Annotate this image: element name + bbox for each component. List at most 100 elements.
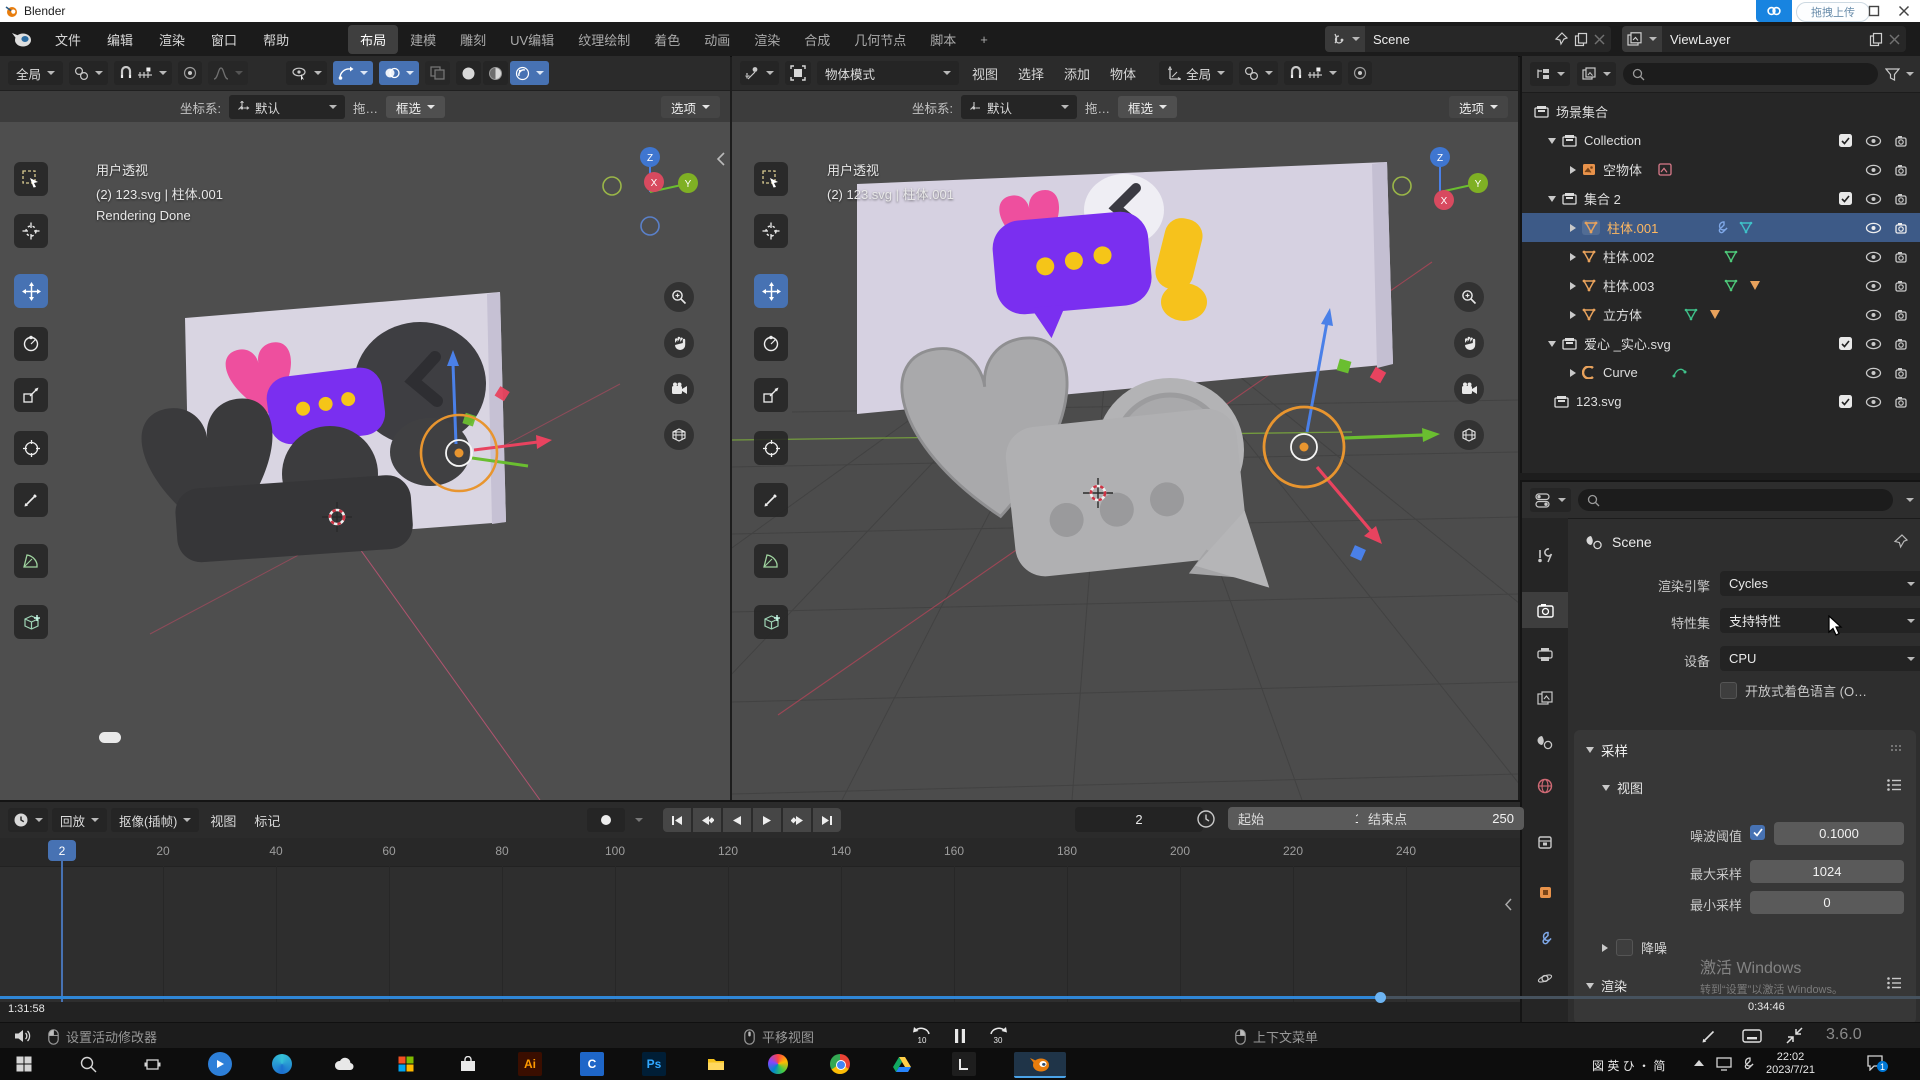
timeline-scroll-strip[interactable] <box>0 1002 1520 1024</box>
jump-to-end-button[interactable] <box>813 808 841 832</box>
scene-unlink-icon[interactable] <box>1594 34 1605 45</box>
hide-eye-icon[interactable] <box>1865 135 1882 147</box>
hide-eye-icon[interactable] <box>1865 222 1882 234</box>
collection-checkbox[interactable] <box>1839 337 1852 350</box>
tab-render-properties[interactable] <box>1522 592 1568 628</box>
tab-scene-properties[interactable] <box>1522 724 1568 760</box>
expand-arrow[interactable] <box>1570 369 1576 377</box>
zoom-view-button-r[interactable] <box>1454 282 1484 312</box>
tool-measure-r[interactable] <box>754 544 788 578</box>
tool-scale[interactable] <box>14 378 48 412</box>
timeline-collapse-arrow[interactable] <box>1504 898 1513 911</box>
play-button[interactable] <box>753 808 781 832</box>
disable-render-camera-icon[interactable] <box>1895 396 1910 408</box>
disable-render-camera-icon[interactable] <box>1895 367 1910 379</box>
noise-threshold-field[interactable]: 0.1000 <box>1774 822 1904 845</box>
shading-rendered[interactable] <box>510 61 549 85</box>
proportional-falloff-dropdown[interactable] <box>208 61 248 85</box>
hide-eye-icon[interactable] <box>1865 338 1882 350</box>
outliner-row-cylinder-003[interactable]: 柱体.003 <box>1522 271 1920 300</box>
object-mode-dropdown[interactable]: 物体模式 <box>817 61 959 85</box>
navigation-axis-gizmo-right[interactable]: Z Y X <box>1390 142 1490 242</box>
prev-keyframe-button[interactable] <box>693 808 721 832</box>
play-reverse-button[interactable] <box>723 808 751 832</box>
taskbar-app-media[interactable] <box>208 1052 232 1076</box>
feature-set-dropdown[interactable]: 支持特性 <box>1720 608 1920 633</box>
notification-center-icon[interactable]: 1 <box>1866 1055 1884 1076</box>
outliner-row-scene-collection[interactable]: 场景集合 <box>1522 97 1920 126</box>
blender-logo-icon[interactable] <box>10 29 34 49</box>
current-frame-marker[interactable]: 2 <box>48 840 76 861</box>
toggle-ortho-button[interactable] <box>664 420 694 450</box>
timeline-ruler[interactable]: 20 40 60 80 100 120 140 160 180 200 220 … <box>0 838 1520 867</box>
keying-menu[interactable]: 抠像(插帧) <box>111 808 199 832</box>
tab-scripting[interactable]: 脚本 <box>918 25 968 54</box>
tool-select-box[interactable] <box>14 162 48 196</box>
frame-end-field[interactable]: 结束点 250 <box>1358 807 1524 830</box>
tab-object-data-properties[interactable] <box>1522 874 1568 910</box>
tab-modeling[interactable]: 建模 <box>398 25 448 54</box>
hide-eye-icon[interactable] <box>1865 396 1882 408</box>
zoom-view-button[interactable] <box>664 282 694 312</box>
outliner-row-collection-2[interactable]: 集合 2 <box>1522 184 1920 213</box>
outliner-row-cylinder-001[interactable]: 柱体.001 <box>1522 213 1920 242</box>
osl-checkbox[interactable] <box>1720 682 1737 699</box>
player-progress-filled[interactable] <box>0 996 1381 999</box>
tool-select-box-r[interactable] <box>754 162 788 196</box>
tab-world-properties[interactable] <box>1522 768 1568 804</box>
close-button[interactable] <box>1898 5 1910 17</box>
tool-cursor-r[interactable] <box>754 214 788 248</box>
tab-sculpting[interactable]: 雕刻 <box>448 25 498 54</box>
tool-cursor[interactable] <box>14 214 48 248</box>
snap-toggle-and-dropdown[interactable] <box>114 61 172 85</box>
viewlayer-copy-icon[interactable] <box>1869 32 1883 47</box>
tool-measure[interactable] <box>14 544 48 578</box>
outliner-filter-dropdown[interactable] <box>1885 68 1914 81</box>
taskbar-app-cloud[interactable] <box>332 1052 356 1076</box>
selectability-visibility-dropdown[interactable] <box>286 61 327 85</box>
camera-view-button[interactable] <box>664 374 694 404</box>
tool-annotate-r[interactable] <box>754 483 788 517</box>
max-samples-field[interactable]: 1024 <box>1750 860 1904 883</box>
coord-system-dropdown-right[interactable]: 默认 <box>961 95 1077 119</box>
collection-checkbox[interactable] <box>1839 134 1852 147</box>
proportional-editing-toggle[interactable] <box>178 61 202 85</box>
properties-search-input[interactable] <box>1578 489 1893 511</box>
tab-physics-properties[interactable] <box>1522 960 1568 996</box>
breadcrumb-text[interactable]: Scene <box>1612 534 1652 550</box>
tab-tool[interactable] <box>1522 538 1568 574</box>
disable-render-camera-icon[interactable] <box>1895 251 1910 263</box>
expand-arrow[interactable] <box>1570 282 1576 290</box>
taskbar-app-dark[interactable] <box>952 1052 976 1076</box>
expand-arrow[interactable] <box>1548 341 1556 347</box>
exit-fullscreen-icon[interactable] <box>1786 1027 1803 1044</box>
expand-arrow[interactable] <box>1548 138 1556 144</box>
outliner-row-curve[interactable]: Curve <box>1522 358 1920 387</box>
start-button[interactable] <box>12 1052 36 1076</box>
forward-30-icon[interactable]: 30 <box>988 1026 1008 1045</box>
disable-render-camera-icon[interactable] <box>1895 135 1910 147</box>
tool-annotate[interactable] <box>14 483 48 517</box>
disable-render-camera-icon[interactable] <box>1895 280 1910 292</box>
scene-name[interactable]: Scene <box>1365 32 1554 47</box>
timeline-editor-type-dropdown[interactable] <box>8 808 48 832</box>
expand-arrow[interactable] <box>1570 253 1576 261</box>
hide-eye-icon[interactable] <box>1865 280 1882 292</box>
menu-render[interactable]: 渲染 <box>146 30 198 49</box>
render-subsection-header[interactable]: 渲染 <box>1586 976 1627 995</box>
tab-modifier-properties[interactable] <box>1522 920 1568 956</box>
pan-view-button-r[interactable] <box>1454 328 1484 358</box>
add-workspace-button[interactable]: + <box>968 27 1000 52</box>
shading-material[interactable] <box>483 61 508 85</box>
expand-arrow[interactable] <box>1570 311 1576 319</box>
frame-start-field[interactable]: 起始 1 <box>1228 807 1372 830</box>
navigation-axis-gizmo[interactable]: Z Y X <box>600 142 700 242</box>
outliner-row-empty-object[interactable]: 空物体 <box>1522 155 1920 184</box>
keying-set-chevron[interactable] <box>635 818 643 822</box>
search-button[interactable] <box>76 1052 100 1076</box>
tool-add-primitive[interactable] <box>14 605 48 639</box>
tab-object-properties[interactable] <box>1522 824 1568 860</box>
auto-keying-record-button[interactable] <box>587 808 625 832</box>
viewlayer-selector[interactable]: ViewLayer <box>1622 26 1906 52</box>
tool-transform[interactable] <box>14 431 48 465</box>
